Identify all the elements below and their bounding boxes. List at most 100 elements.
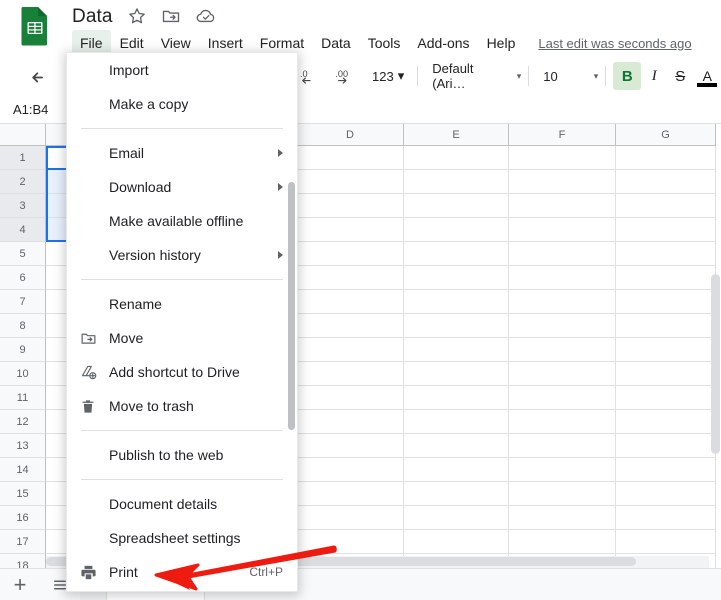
cell-G4[interactable] — [616, 218, 716, 242]
cell-D17[interactable] — [297, 530, 404, 554]
menu-addons[interactable]: Add-ons — [409, 30, 477, 56]
cell-E12[interactable] — [404, 410, 509, 434]
cell-G12[interactable] — [616, 410, 716, 434]
cell-E9[interactable] — [404, 338, 509, 362]
row-header-18[interactable]: 18 — [0, 554, 46, 568]
cell-E14[interactable] — [404, 458, 509, 482]
file-menu-item-version-history[interactable]: Version history — [67, 238, 297, 272]
cell-E6[interactable] — [404, 266, 509, 290]
file-menu-dropdown[interactable]: Import Make a copy Email Download Make avail… — [66, 52, 298, 592]
cell-F12[interactable] — [509, 410, 616, 434]
file-menu-item-rename[interactable]: Rename — [67, 287, 297, 321]
cell-F5[interactable] — [509, 242, 616, 266]
cell-F3[interactable] — [509, 194, 616, 218]
file-menu-item-make-a-copy[interactable]: Make a copy — [67, 87, 297, 121]
cell-G2[interactable] — [616, 170, 716, 194]
text-color-button[interactable]: A — [693, 62, 721, 90]
cell-E8[interactable] — [404, 314, 509, 338]
cell-G14[interactable] — [616, 458, 716, 482]
file-menu-item-print[interactable]: Print Ctrl+P — [67, 555, 297, 589]
cell-G8[interactable] — [616, 314, 716, 338]
select-all-corner[interactable] — [0, 124, 46, 146]
move-to-folder-icon[interactable] — [161, 6, 183, 28]
cell-G5[interactable] — [616, 242, 716, 266]
column-header-g[interactable]: G — [616, 124, 716, 146]
row-header-5[interactable]: 5 — [0, 242, 46, 266]
row-header-11[interactable]: 11 — [0, 386, 46, 410]
cell-D3[interactable] — [297, 194, 404, 218]
cell-F7[interactable] — [509, 290, 616, 314]
vertical-scrollbar[interactable] — [711, 274, 720, 454]
cell-G10[interactable] — [616, 362, 716, 386]
cell-G16[interactable] — [616, 506, 716, 530]
row-header-7[interactable]: 7 — [0, 290, 46, 314]
cell-F1[interactable] — [509, 146, 616, 170]
menu-tools[interactable]: Tools — [360, 30, 409, 56]
cell-D6[interactable] — [297, 266, 404, 290]
column-header-d[interactable]: D — [297, 124, 404, 146]
cell-F2[interactable] — [509, 170, 616, 194]
cell-G1[interactable] — [616, 146, 716, 170]
number-format-button[interactable]: 123 ▾ — [366, 61, 410, 91]
menu-data[interactable]: Data — [313, 30, 359, 56]
cell-D5[interactable] — [297, 242, 404, 266]
last-edit-status[interactable]: Last edit was seconds ago — [538, 36, 691, 51]
cell-E17[interactable] — [404, 530, 509, 554]
file-menu-item-move[interactable]: Move — [67, 321, 297, 355]
row-header-1[interactable]: 1 — [0, 146, 46, 170]
undo-icon[interactable] — [30, 66, 52, 88]
cell-D2[interactable] — [297, 170, 404, 194]
file-menu-scrollbar[interactable] — [288, 182, 295, 430]
cell-E10[interactable] — [404, 362, 509, 386]
cell-F11[interactable] — [509, 386, 616, 410]
file-menu-item-add-shortcut-to-drive[interactable]: Add shortcut to Drive — [67, 355, 297, 389]
file-menu-item-import[interactable]: Import — [67, 53, 297, 87]
column-header-f[interactable]: F — [509, 124, 616, 146]
row-header-16[interactable]: 16 — [0, 506, 46, 530]
cell-E7[interactable] — [404, 290, 509, 314]
cell-F13[interactable] — [509, 434, 616, 458]
cell-E2[interactable] — [404, 170, 509, 194]
row-header-13[interactable]: 13 — [0, 434, 46, 458]
italic-button[interactable]: I — [641, 62, 667, 90]
cell-D15[interactable] — [297, 482, 404, 506]
column-header-e[interactable]: E — [404, 124, 509, 146]
cell-E16[interactable] — [404, 506, 509, 530]
cell-E4[interactable] — [404, 218, 509, 242]
cell-G13[interactable] — [616, 434, 716, 458]
cell-F10[interactable] — [509, 362, 616, 386]
row-header-12[interactable]: 12 — [0, 410, 46, 434]
menu-help[interactable]: Help — [479, 30, 524, 56]
file-menu-item-document-details[interactable]: Document details — [67, 487, 297, 521]
font-size-select[interactable]: 10 ▾ — [536, 62, 598, 90]
cell-E15[interactable] — [404, 482, 509, 506]
cell-G3[interactable] — [616, 194, 716, 218]
add-sheet-button[interactable]: + — [0, 572, 40, 598]
cell-E3[interactable] — [404, 194, 509, 218]
file-menu-item-email[interactable]: Email — [67, 136, 297, 170]
row-header-14[interactable]: 14 — [0, 458, 46, 482]
row-header-6[interactable]: 6 — [0, 266, 46, 290]
cell-D14[interactable] — [297, 458, 404, 482]
cell-F6[interactable] — [509, 266, 616, 290]
strikethrough-button[interactable]: S — [667, 62, 693, 90]
cell-D7[interactable] — [297, 290, 404, 314]
file-menu-item-publish-to-the-web[interactable]: Publish to the web — [67, 438, 297, 472]
row-header-3[interactable]: 3 — [0, 194, 46, 218]
cell-G17[interactable] — [616, 530, 716, 554]
cell-D16[interactable] — [297, 506, 404, 530]
star-icon[interactable] — [127, 6, 149, 28]
cell-D11[interactable] — [297, 386, 404, 410]
cell-D9[interactable] — [297, 338, 404, 362]
cell-F15[interactable] — [509, 482, 616, 506]
cell-D13[interactable] — [297, 434, 404, 458]
cloud-saved-icon[interactable] — [195, 6, 217, 28]
cell-G9[interactable] — [616, 338, 716, 362]
cell-E11[interactable] — [404, 386, 509, 410]
cell-G7[interactable] — [616, 290, 716, 314]
bold-button[interactable]: B — [613, 62, 642, 90]
cell-G15[interactable] — [616, 482, 716, 506]
font-family-select[interactable]: Default (Ari… ▾ — [425, 61, 521, 91]
row-header-4[interactable]: 4 — [0, 218, 46, 242]
sheets-logo-icon[interactable] — [20, 6, 50, 46]
